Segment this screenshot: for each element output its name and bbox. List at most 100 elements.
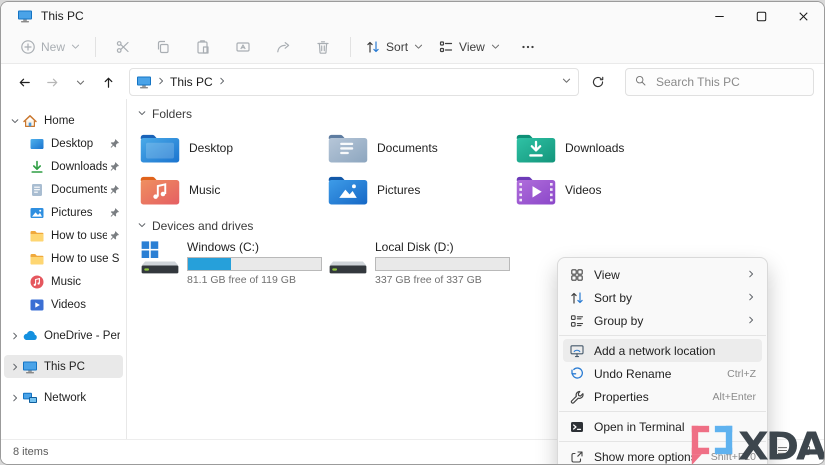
drive-info: Windows (C:) 81.1 GB free of 119 GB — [187, 239, 322, 286]
recent-locations-button[interactable] — [67, 69, 93, 95]
close-button[interactable] — [782, 2, 824, 30]
sidebar-item-this-pc[interactable]: This PC — [4, 355, 123, 378]
menu-separator — [559, 411, 766, 412]
tree-chevron-icon[interactable] — [7, 393, 22, 403]
rename-icon — [235, 39, 251, 55]
delete-button[interactable] — [303, 35, 343, 59]
folder-tile-music[interactable]: Music — [137, 169, 325, 211]
menu-group-icon — [569, 313, 585, 329]
this-pc-icon — [136, 74, 152, 90]
view-button-label: View — [459, 39, 485, 54]
folder-tile-desktop[interactable]: Desktop — [137, 127, 325, 169]
chevron-right-icon — [217, 75, 227, 89]
up-button[interactable] — [95, 69, 121, 95]
menu-item-sort-by[interactable]: Sort by — [563, 286, 762, 309]
cut-button[interactable] — [103, 35, 143, 59]
view-button[interactable]: View — [431, 35, 508, 59]
folder-tile-label: Downloads — [565, 141, 625, 155]
menu-properties-icon — [569, 389, 585, 405]
documents-folder-icon — [327, 131, 369, 165]
address-dropdown-chevron-icon[interactable] — [561, 75, 572, 89]
maximize-button[interactable] — [740, 2, 782, 30]
search-box — [625, 68, 814, 96]
tree-chevron-icon[interactable] — [7, 331, 22, 341]
sidebar-item-music[interactable]: Music — [4, 270, 123, 293]
menu-separator — [559, 441, 766, 442]
pin-icon — [109, 161, 120, 172]
share-button[interactable] — [263, 35, 303, 59]
search-input[interactable] — [654, 74, 805, 90]
drive-capacity-bar — [187, 257, 322, 271]
refresh-button[interactable] — [585, 69, 611, 95]
drives-section-header[interactable]: Devices and drives — [137, 217, 824, 235]
sidebar-item-label: Desktop — [51, 137, 94, 150]
sidebar-item-onedrive-personal[interactable]: OneDrive - Personal — [4, 324, 123, 347]
sidebar-item-documents[interactable]: Documents — [4, 178, 123, 201]
paste-icon — [195, 39, 211, 55]
sidebar-item-downloads[interactable]: Downloads — [4, 155, 123, 178]
sidebar-item-desktop[interactable]: Desktop — [4, 132, 123, 155]
folder-tile-documents[interactable]: Documents — [325, 127, 513, 169]
pictures-icon — [29, 205, 45, 221]
back-button[interactable] — [11, 69, 37, 95]
folder-tile-pictures[interactable]: Pictures — [325, 169, 513, 211]
sidebar-item-how-to-use-file[interactable]: How to use File — [4, 224, 123, 247]
large-thumbnails-toggle[interactable] — [799, 444, 812, 460]
menu-item-label: Undo Rename — [594, 366, 672, 381]
sidebar-item-pictures[interactable]: Pictures — [4, 201, 123, 224]
chevron-expanded-icon — [137, 107, 147, 121]
folders-section-header[interactable]: Folders — [137, 105, 824, 123]
command-bar: New Sort View — [1, 30, 824, 64]
sidebar-item-network[interactable]: Network — [4, 386, 123, 409]
menu-item-label: Sort by — [594, 290, 633, 305]
folders-section-title: Folders — [152, 107, 193, 121]
menu-item-undo-rename[interactable]: Undo Rename Ctrl+Z — [563, 362, 762, 385]
folder-tile-downloads[interactable]: Downloads — [513, 127, 701, 169]
sidebar-item-label: Pictures — [51, 206, 93, 219]
sidebar-item-home[interactable]: Home — [4, 109, 123, 132]
menu-item-label: Group by — [594, 313, 644, 328]
sort-button[interactable]: Sort — [358, 35, 431, 59]
menu-terminal-icon — [569, 419, 585, 435]
chevron-down-icon — [70, 41, 81, 52]
view-icon — [438, 39, 454, 55]
folder-tile-videos[interactable]: Videos — [513, 169, 701, 211]
address-bar[interactable]: This PC — [129, 68, 579, 96]
pin-icon — [109, 184, 120, 195]
forward-button[interactable] — [39, 69, 65, 95]
menu-item-open-in-terminal[interactable]: Open in Terminal — [563, 415, 762, 438]
window-controls — [698, 2, 824, 30]
tree-chevron-icon[interactable] — [7, 362, 22, 372]
videos-folder-icon — [515, 173, 557, 207]
trash-icon — [315, 39, 331, 55]
sidebar-item-how-to-use-smart[interactable]: How to use Smart — [4, 247, 123, 270]
menu-more-icon — [569, 449, 585, 465]
submenu-chevron-icon — [746, 268, 756, 282]
rename-button[interactable] — [223, 35, 263, 59]
menu-item-view[interactable]: View — [563, 263, 762, 286]
paste-button[interactable] — [183, 35, 223, 59]
menu-item-group-by[interactable]: Group by — [563, 309, 762, 332]
menu-sort-icon — [569, 290, 585, 306]
menu-item-show-more-options[interactable]: Show more options Shift+F10 — [563, 445, 762, 465]
new-button[interactable]: New — [13, 35, 88, 59]
more-options-button[interactable] — [508, 35, 548, 59]
minimize-button[interactable] — [698, 2, 740, 30]
details-view-toggle[interactable] — [776, 444, 789, 460]
drives-section-title: Devices and drives — [152, 219, 254, 233]
chevron-right-icon — [156, 75, 166, 89]
menu-item-label: View — [594, 267, 620, 282]
copy-button[interactable] — [143, 35, 183, 59]
this-pc-icon — [17, 8, 33, 24]
menu-item-properties[interactable]: Properties Alt+Enter — [563, 385, 762, 408]
menu-item-add-a-network-location[interactable]: Add a network location — [563, 339, 762, 362]
drive-tile-d[interactable]: Local Disk (D:) 337 GB free of 337 GB — [325, 239, 513, 286]
plus-circle-icon — [20, 39, 36, 55]
videos-icon — [29, 297, 45, 313]
submenu-chevron-icon — [746, 314, 756, 328]
drive-tile-c[interactable]: Windows (C:) 81.1 GB free of 119 GB — [137, 239, 325, 286]
downloads-icon — [29, 159, 45, 175]
tree-chevron-icon[interactable] — [7, 116, 22, 126]
sidebar-item-videos[interactable]: Videos — [4, 293, 123, 316]
breadcrumb-this-pc[interactable]: This PC — [170, 75, 213, 89]
